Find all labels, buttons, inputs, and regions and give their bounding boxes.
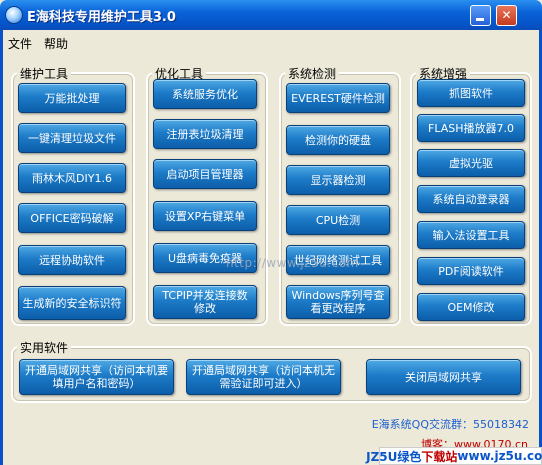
share-no-auth-button[interactable]: 开通局域网共享（访问本机无需验证即可进入） xyxy=(186,359,341,395)
watermark: http://www.jz5u.com xyxy=(226,256,359,270)
batch-process-button[interactable]: 万能批处理 xyxy=(18,83,126,113)
menu-file[interactable]: 文件 xyxy=(8,35,32,52)
pdf-reader-button[interactable]: PDF阅读软件 xyxy=(417,257,525,285)
startup-manager-button[interactable]: 启动项目管理器 xyxy=(153,159,257,189)
service-optimize-button[interactable]: 系统服务优化 xyxy=(153,79,257,109)
everest-button[interactable]: EVEREST硬件检测 xyxy=(286,83,390,113)
title-bar[interactable]: E海科技专用维护工具3.0 xyxy=(0,0,542,30)
remote-assist-button[interactable]: 远程协助软件 xyxy=(18,245,126,275)
cpu-check-button[interactable]: CPU检测 xyxy=(286,205,390,235)
flash-player-button[interactable]: FLASH播放器7.0 xyxy=(417,114,525,142)
registry-clean-button[interactable]: 注册表垃圾清理 xyxy=(153,119,257,149)
main-panel: 维护工具 万能批处理 一键清理垃圾文件 雨林木风DIY1.6 OFFICE密码破… xyxy=(3,53,542,465)
auto-login-button[interactable]: 系统自动登录器 xyxy=(417,185,525,213)
share-with-auth-button[interactable]: 开通局域网共享（访问本机要填用户名和密码） xyxy=(19,359,174,395)
monitor-check-button[interactable]: 显示器检测 xyxy=(286,165,390,195)
tcpip-connections-button[interactable]: TCPIP并发连接数修改 xyxy=(153,285,257,319)
minimize-button[interactable] xyxy=(470,5,491,26)
group-system-detect: 系统检测 EVEREST硬件检测 检测你的硬盘 显示器检测 CPU检测 世纪网络… xyxy=(279,65,401,326)
group-title: 实用软件 xyxy=(17,339,72,356)
hdd-check-button[interactable]: 检测你的硬盘 xyxy=(286,125,390,155)
menu-bar: 文件 帮助 xyxy=(3,31,539,53)
group-maintenance-tools: 维护工具 万能批处理 一键清理垃圾文件 雨林木风DIY1.6 OFFICE密码破… xyxy=(11,65,135,326)
virtual-drive-button[interactable]: 虚拟光驱 xyxy=(417,149,525,177)
xp-context-menu-button[interactable]: 设置XP右键菜单 xyxy=(153,201,257,231)
new-sid-button[interactable]: 生成新的安全标识符 xyxy=(18,286,126,320)
group-utilities: 实用软件 开通局域网共享（访问本机要填用户名和密码） 开通局域网共享（访问本机无… xyxy=(11,339,532,403)
group-optimize-tools: 优化工具 系统服务优化 注册表垃圾清理 启动项目管理器 设置XP右键菜单 U盘病… xyxy=(146,65,268,326)
office-password-crack-button[interactable]: OFFICE密码破解 xyxy=(18,203,126,233)
app-icon xyxy=(5,6,23,24)
group-title: 系统检测 xyxy=(285,65,340,82)
qq-group-text: E海系统QQ交流群：55018342 xyxy=(371,418,529,431)
group-system-enhance: 系统增强 抓图软件 FLASH播放器7.0 虚拟光驱 系统自动登录器 输入法设置… xyxy=(410,65,532,326)
windows-serial-button[interactable]: Windows序列号查看更改程序 xyxy=(286,285,390,319)
screenshot-tool-button[interactable]: 抓图软件 xyxy=(417,79,525,107)
menu-help[interactable]: 帮助 xyxy=(44,35,68,52)
close-share-button[interactable]: 关闭局域网共享 xyxy=(366,359,521,395)
close-button[interactable] xyxy=(496,5,517,26)
ime-settings-button[interactable]: 输入法设置工具 xyxy=(417,221,525,249)
clean-junk-button[interactable]: 一键清理垃圾文件 xyxy=(18,123,126,153)
ylmf-diy-button[interactable]: 雨林木风DIY1.6 xyxy=(18,163,126,193)
window-title: E海科技专用维护工具3.0 xyxy=(27,10,176,25)
group-title: 维护工具 xyxy=(17,65,72,82)
jz5u-logo: JZ5U绿色下载站www.jz5u.com xyxy=(366,447,542,465)
oem-modify-button[interactable]: OEM修改 xyxy=(417,293,525,321)
